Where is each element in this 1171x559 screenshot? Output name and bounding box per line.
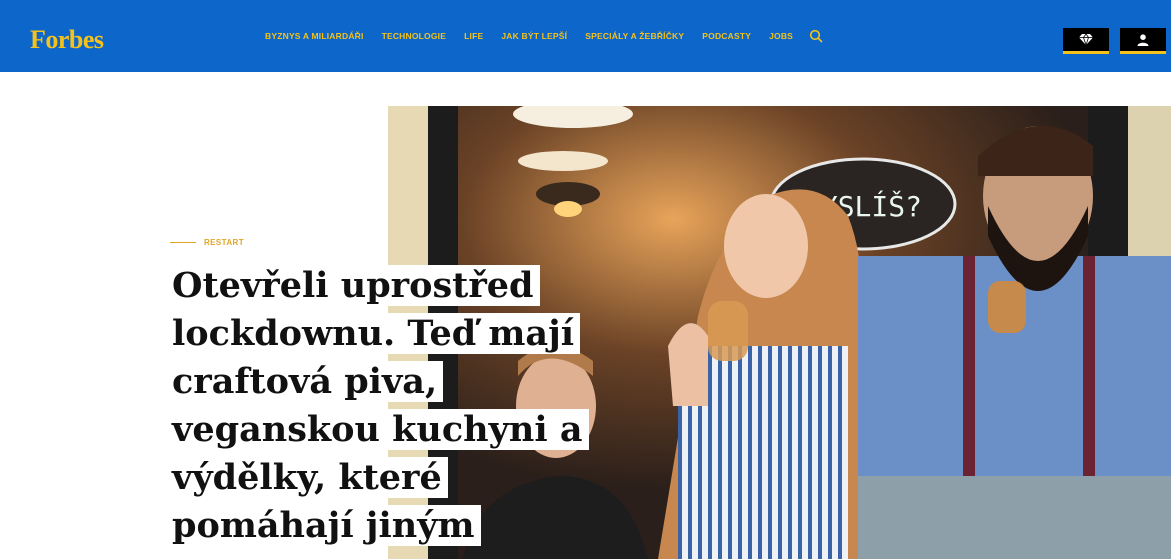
menu-item-byznys[interactable]: BYZNYS A MILIARDÁŘI	[265, 31, 364, 41]
menu-item-specialy[interactable]: SPECIÁLY A ŽEBŘÍČKY	[585, 31, 684, 41]
article-title-text: Otevřeli uprostřed lockdownu. Teď mají c…	[172, 265, 589, 546]
category-divider	[170, 242, 196, 243]
menu-item-jobs[interactable]: JOBS	[769, 31, 793, 41]
account-button[interactable]	[1120, 28, 1166, 54]
user-icon	[1137, 33, 1149, 46]
article-title[interactable]: Otevřeli uprostřed lockdownu. Teď mají c…	[172, 262, 592, 550]
top-navigation-bar: Forbes BYZNYS A MILIARDÁŘI TECHNOLOGIE L…	[0, 0, 1171, 72]
forbes-logo[interactable]: Forbes	[30, 25, 104, 55]
main-menu: BYZNYS A MILIARDÁŘI TECHNOLOGIE LIFE JAK…	[265, 0, 823, 72]
menu-item-jak-byt-lepsi[interactable]: JAK BÝT LEPŠÍ	[501, 31, 567, 41]
menu-item-life[interactable]: LIFE	[464, 31, 483, 41]
category-label[interactable]: RESTART	[204, 238, 244, 247]
article-category: RESTART	[170, 238, 244, 247]
diamond-icon	[1079, 34, 1093, 45]
menu-item-podcasty[interactable]: PODCASTY	[702, 31, 751, 41]
search-icon[interactable]	[809, 29, 823, 43]
premium-button[interactable]	[1063, 28, 1109, 54]
menu-item-technologie[interactable]: TECHNOLOGIE	[382, 31, 447, 41]
